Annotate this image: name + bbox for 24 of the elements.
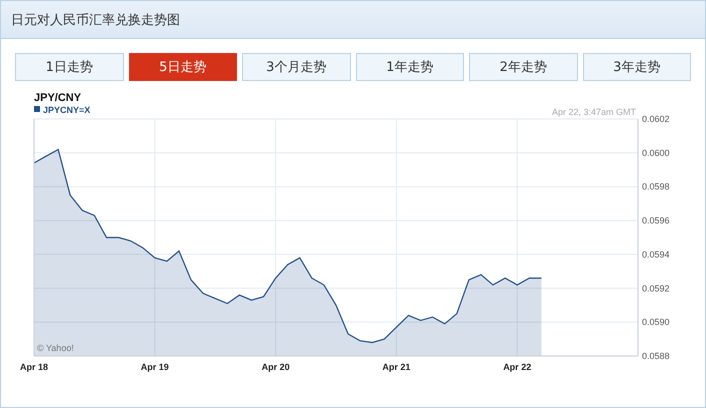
period-tab[interactable]: 3年走势 xyxy=(582,53,691,81)
period-tab[interactable]: 1年走势 xyxy=(356,53,464,81)
y-axis-label: 0.0596 xyxy=(642,216,670,226)
period-tab[interactable]: 1日走势 xyxy=(15,53,124,81)
panel-title: 日元对人民币汇率兑换走势图 xyxy=(11,12,180,28)
y-axis-label: 0.0590 xyxy=(642,317,670,328)
chart-title: JPY/CNY xyxy=(34,92,82,104)
x-axis-label: Apr 20 xyxy=(262,362,290,372)
period-tab[interactable]: 3个月走势 xyxy=(242,53,350,81)
x-axis-label: Apr 22 xyxy=(503,362,532,372)
x-axis-label: Apr 21 xyxy=(382,362,410,372)
x-axis-label: Apr 18 xyxy=(20,362,48,372)
y-axis-label: 0.0598 xyxy=(642,182,670,192)
y-axis-label: 0.0594 xyxy=(642,249,670,260)
period-tab[interactable]: 5日走势 xyxy=(128,53,237,81)
timestamp: Apr 22, 3:47am GMT xyxy=(552,107,636,117)
y-axis-label: 0.0600 xyxy=(642,148,670,158)
period-tab[interactable]: 2年走势 xyxy=(469,53,578,81)
credit-text: © Yahoo! xyxy=(37,343,74,353)
legend-label: JPYCNY=X xyxy=(43,105,90,115)
y-axis-label: 0.0588 xyxy=(642,351,670,361)
y-axis-label: 0.0602 xyxy=(642,114,670,124)
y-axis-label: 0.0592 xyxy=(642,283,670,294)
x-axis-label: Apr 19 xyxy=(140,362,169,372)
